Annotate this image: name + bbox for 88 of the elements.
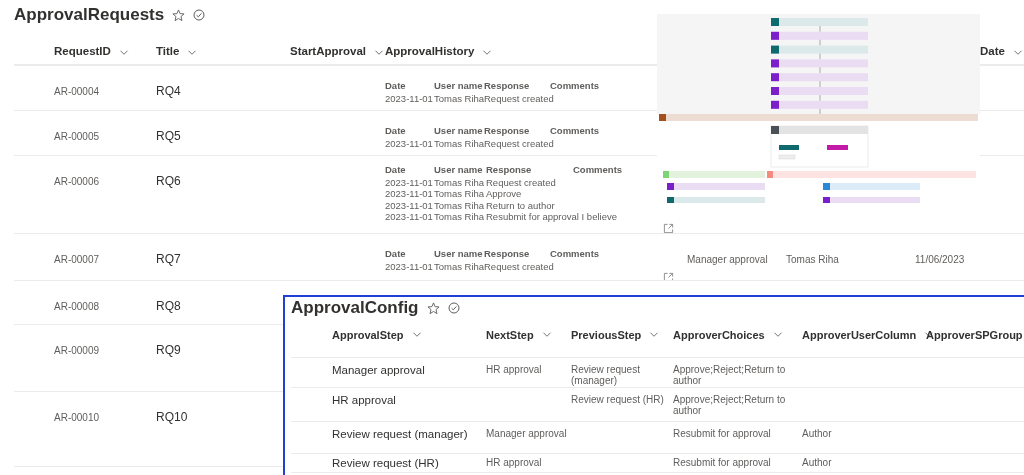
- history-header: Comments: [550, 248, 600, 261]
- history-header: Response: [484, 248, 531, 261]
- request-id: AR-00006: [54, 176, 100, 187]
- check-circle-icon: [193, 9, 206, 21]
- history-header: Response: [486, 164, 533, 177]
- history-cell: Tomas Riha: [434, 176, 486, 188]
- open-link-icon[interactable]: [663, 272, 674, 280]
- column-header[interactable]: ApproverUserColumn: [802, 326, 917, 344]
- request-title: RQ5: [156, 129, 181, 143]
- column-header[interactable]: NextStep: [486, 326, 534, 344]
- history-cell: 2023-11-01: [385, 176, 434, 188]
- list-title: ApprovalRequests: [14, 4, 165, 26]
- request-title: RQ10: [156, 410, 188, 424]
- history-header: Date: [385, 164, 407, 177]
- next-step: HR approval: [486, 364, 571, 375]
- column-header[interactable]: ApproverSPGroup: [926, 326, 1023, 344]
- history-header: User name: [434, 125, 484, 138]
- history-cell-text: Return to author: [486, 199, 556, 211]
- approval-step: HR approval: [332, 394, 396, 407]
- history-header: Date: [385, 80, 407, 93]
- approver-user-column: Author: [802, 457, 926, 468]
- request-id: AR-00007: [54, 254, 100, 265]
- check-circle-icon: [447, 302, 460, 314]
- request-id: AR-00005: [54, 131, 100, 142]
- history-header: Date: [385, 248, 407, 261]
- approval-step: Review request (HR): [332, 457, 439, 470]
- approver-user-column: Author: [802, 428, 926, 439]
- star-icon[interactable]: [172, 8, 186, 22]
- column-header[interactable]: RequestID: [54, 43, 111, 61]
- history-cell: 2023-11-01: [385, 188, 434, 200]
- request-title: RQ6: [156, 174, 181, 188]
- column-header[interactable]: PreviousStep: [571, 326, 642, 344]
- approver-choices: Approve;Reject;Return to author: [673, 364, 787, 386]
- star-icon[interactable]: [426, 301, 440, 315]
- previous-step: Review request (manager): [571, 364, 673, 386]
- history-cell-text: Request created: [486, 176, 557, 188]
- history-cell-text: Request created: [484, 260, 555, 272]
- history-cell: 2023-11-01: [385, 137, 434, 149]
- history-header: Response: [484, 125, 531, 138]
- history-cell-text: Request created: [484, 137, 555, 149]
- history-cell: Tomas Riha: [434, 137, 484, 149]
- history-cell: 2023-11-01: [385, 211, 434, 223]
- history-header: Date: [385, 125, 407, 138]
- request-id: AR-00004: [54, 86, 100, 97]
- list-title: ApprovalConfig: [291, 297, 419, 319]
- previous-step: Review request (HR): [571, 394, 673, 405]
- approver-choices: Approve;Reject;Return to author: [673, 394, 787, 416]
- column-header[interactable]: ApproverChoices: [673, 326, 765, 344]
- history-cell: Tomas Riha: [434, 188, 486, 200]
- request-title: RQ7: [156, 252, 181, 266]
- date-value: 11/06/2023: [915, 254, 965, 265]
- request-title: RQ8: [156, 299, 181, 313]
- request-id: AR-00009: [54, 345, 100, 356]
- next-step: Manager approval: [486, 428, 571, 439]
- approval-step: Manager approval: [332, 364, 425, 377]
- history-header: Comments: [550, 80, 600, 93]
- history-cell-text: Approve: [486, 188, 523, 200]
- history-header: Comments: [550, 125, 600, 138]
- history-cell: Tomas Riha: [434, 92, 484, 104]
- approval-step: Review request (manager): [332, 428, 468, 441]
- history-header: Response: [484, 80, 531, 93]
- column-header[interactable]: ApprovalHistory: [385, 43, 475, 61]
- request-id: AR-00010: [54, 412, 100, 423]
- history-header: User name: [434, 164, 484, 177]
- next-step: HR approval: [486, 457, 571, 468]
- request-id: AR-00008: [54, 301, 100, 312]
- history-cell-text: Resubmit for approval I believe: [486, 211, 618, 223]
- history-cell: 2023-11-01: [385, 199, 434, 211]
- history-cell: Tomas Riha: [434, 211, 486, 223]
- column-header[interactable]: StartApproval: [290, 43, 367, 61]
- column-header[interactable]: Date: [980, 43, 1005, 61]
- approver-choices: Resubmit for approval: [673, 428, 772, 439]
- approver-choices: Resubmit for approval: [673, 457, 772, 468]
- request-title: RQ9: [156, 343, 181, 357]
- history-cell: Tomas Riha: [434, 199, 486, 211]
- request-title: RQ4: [156, 84, 181, 98]
- user-name: Tomas Riha: [786, 254, 839, 265]
- history-cell: 2023-11-01: [385, 260, 434, 272]
- history-header: User name: [434, 80, 484, 93]
- column-header[interactable]: Title: [156, 43, 180, 61]
- column-header[interactable]: ApprovalStep: [332, 326, 404, 344]
- history-cell: 2023-11-01: [385, 92, 434, 104]
- history-cell: Tomas Riha: [434, 260, 484, 272]
- open-link-icon[interactable]: [663, 222, 674, 233]
- history-header: Comments: [573, 164, 623, 177]
- history-header: User name: [434, 248, 484, 261]
- approval-step: Manager approval: [687, 254, 768, 265]
- history-cell-text: Request created: [484, 92, 555, 104]
